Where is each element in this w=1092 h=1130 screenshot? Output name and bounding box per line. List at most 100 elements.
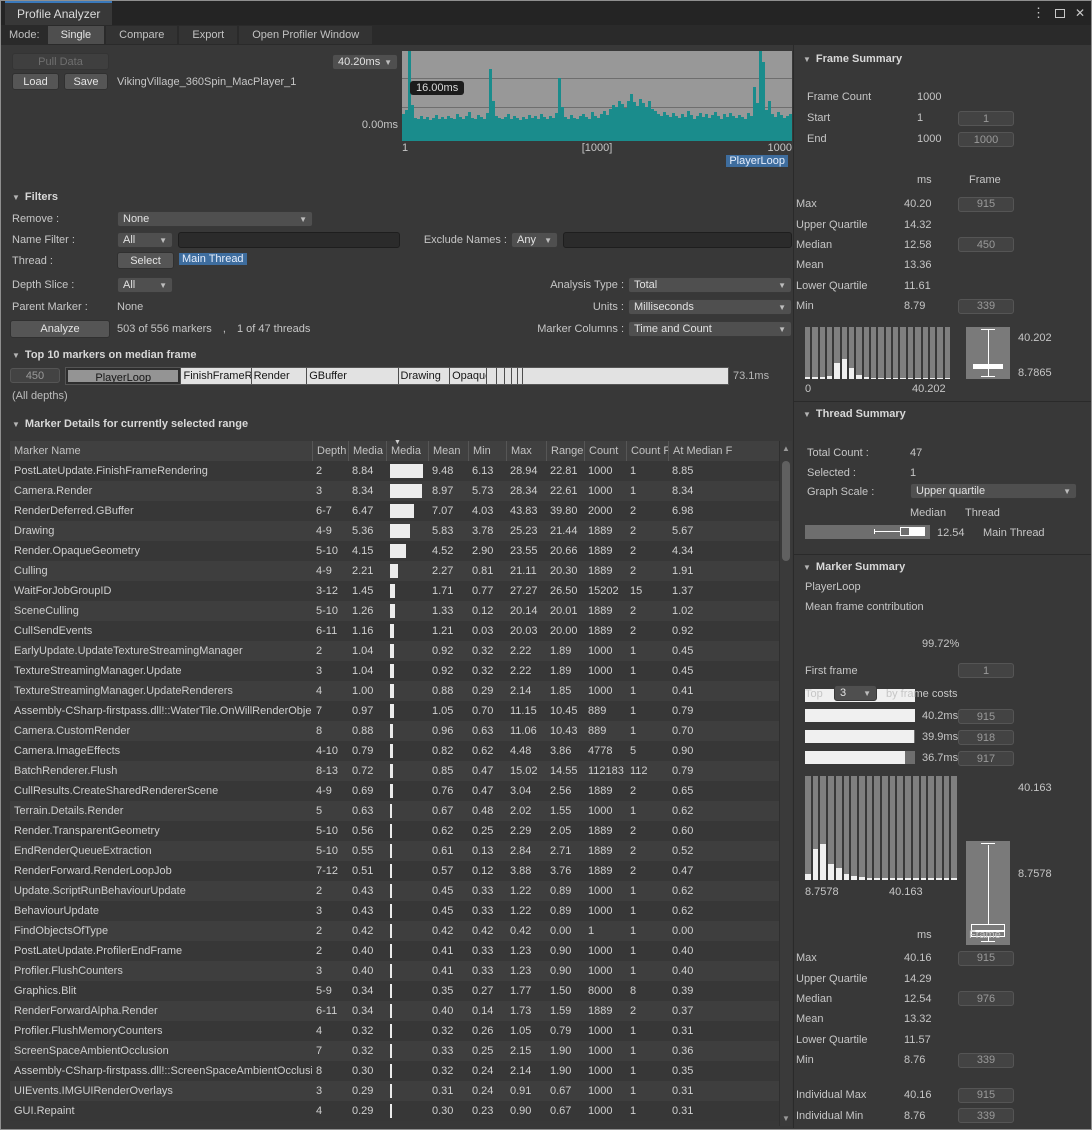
- table-row[interactable]: CullResults.CreateSharedRendererScene4-9…: [10, 781, 779, 801]
- stat-frame-button[interactable]: 976: [958, 991, 1014, 1006]
- column-header[interactable]: Media: [386, 441, 428, 461]
- exclude-mode-dropdown[interactable]: Any▼: [511, 232, 558, 248]
- top10-segment[interactable]: Render: [251, 368, 307, 384]
- top10-segment[interactable]: OpaqueGeometry: [449, 368, 486, 384]
- column-header[interactable]: At Median F: [668, 441, 779, 461]
- name-filter-input[interactable]: [178, 232, 400, 248]
- top10-segment[interactable]: [496, 368, 504, 384]
- mode-single-button[interactable]: Single: [48, 26, 105, 44]
- table-row[interactable]: FindObjectsOfType20.420.420.420.420.0011…: [10, 921, 779, 941]
- table-row[interactable]: BehaviourUpdate30.430.450.331.220.891000…: [10, 901, 779, 921]
- table-row[interactable]: PostLateUpdate.FinishFrameRendering28.84…: [10, 461, 779, 481]
- close-icon[interactable]: ✕: [1075, 6, 1085, 20]
- column-header[interactable]: Marker Name: [10, 441, 312, 461]
- table-row[interactable]: ScreenSpaceAmbientOcclusion70.320.330.25…: [10, 1041, 779, 1061]
- stat-frame-button[interactable]: 339: [958, 1053, 1014, 1068]
- table-row[interactable]: RenderForwardAlpha.Render6-110.340.400.1…: [10, 1001, 779, 1021]
- table-row[interactable]: RenderForward.RenderLoopJob7-120.510.570…: [10, 861, 779, 881]
- table-row[interactable]: GUI.Repaint40.290.300.230.900.67100010.3…: [10, 1101, 779, 1121]
- table-row[interactable]: Camera.Render38.348.975.7328.3422.611000…: [10, 481, 779, 501]
- frame-timeline-chart[interactable]: 16.00ms: [402, 51, 792, 141]
- table-row[interactable]: Drawing4-95.365.833.7825.2321.44188925.6…: [10, 521, 779, 541]
- filters-section-header[interactable]: ▼Filters: [12, 191, 58, 203]
- table-row[interactable]: Update.ScriptRunBehaviourUpdate20.430.45…: [10, 881, 779, 901]
- column-header[interactable]: Max: [506, 441, 546, 461]
- top10-segment[interactable]: FinishFrameRendering: [180, 368, 250, 384]
- scroll-up-icon[interactable]: ▲: [780, 444, 792, 453]
- table-row[interactable]: Graphics.Blit5-90.340.350.271.771.508000…: [10, 981, 779, 1001]
- column-header[interactable]: Media: [348, 441, 386, 461]
- load-button[interactable]: Load: [12, 73, 59, 90]
- stat-frame-button[interactable]: 339: [958, 1108, 1014, 1123]
- cost-frame-button[interactable]: 915: [958, 709, 1014, 724]
- selected-marker-chip[interactable]: PlayerLoop: [726, 155, 788, 167]
- table-row[interactable]: EarlyUpdate.UpdateTextureStreamingManage…: [10, 641, 779, 661]
- thread-select-button[interactable]: Select: [117, 252, 174, 269]
- units-dropdown[interactable]: Milliseconds▼: [628, 299, 792, 315]
- exclude-names-input[interactable]: [563, 232, 792, 248]
- table-row[interactable]: Assembly-CSharp-firstpass.dll!::ScreenSp…: [10, 1061, 779, 1081]
- column-header[interactable]: Count: [584, 441, 626, 461]
- marker-table-scrollbar[interactable]: ▲ ▼: [779, 441, 792, 1126]
- cost-frame-button[interactable]: 917: [958, 751, 1014, 766]
- table-row[interactable]: UIEvents.IMGUIRenderOverlays30.290.310.2…: [10, 1081, 779, 1101]
- stat-frame-button[interactable]: 915: [958, 197, 1014, 212]
- column-header[interactable]: Mean: [428, 441, 468, 461]
- table-row[interactable]: EndRenderQueueExtraction5-100.550.610.13…: [10, 841, 779, 861]
- table-row[interactable]: Render.TransparentGeometry5-100.560.620.…: [10, 821, 779, 841]
- pull-data-button[interactable]: Pull Data: [12, 53, 109, 70]
- table-row[interactable]: WaitForJobGroupID3-121.451.710.7727.2726…: [10, 581, 779, 601]
- mode-export-button[interactable]: Export: [179, 26, 237, 44]
- table-row[interactable]: Render.OpaqueGeometry5-104.154.522.9023.…: [10, 541, 779, 561]
- end-frame-button[interactable]: 1000: [958, 132, 1014, 147]
- thread-summary-header[interactable]: ▼Thread Summary: [803, 408, 906, 420]
- range-scale-dropdown[interactable]: 40.20ms▼: [332, 54, 398, 70]
- table-row[interactable]: Assembly-CSharp-firstpass.dll!::WaterTil…: [10, 701, 779, 721]
- table-row[interactable]: Profiler.FlushMemoryCounters40.320.320.2…: [10, 1021, 779, 1041]
- table-row[interactable]: Camera.ImageEffects4-100.790.820.624.483…: [10, 741, 779, 761]
- table-row[interactable]: Culling4-92.212.270.8121.1120.30188921.9…: [10, 561, 779, 581]
- remove-dropdown[interactable]: None▼: [117, 211, 313, 227]
- depth-slice-dropdown[interactable]: All▼: [117, 277, 173, 293]
- table-row[interactable]: Profiler.FlushCounters30.400.410.331.230…: [10, 961, 779, 981]
- table-row[interactable]: RenderDeferred.GBuffer6-76.477.074.0343.…: [10, 501, 779, 521]
- top10-segment[interactable]: Drawing: [398, 368, 450, 384]
- table-row[interactable]: TextureStreamingManager.Update31.040.920…: [10, 661, 779, 681]
- top10-segment[interactable]: [504, 368, 511, 384]
- tab-profile-analyzer[interactable]: Profile Analyzer: [5, 1, 112, 25]
- column-header[interactable]: Min: [468, 441, 506, 461]
- frame-summary-header[interactable]: ▼Frame Summary: [803, 53, 902, 65]
- top10-frame-button[interactable]: 450: [10, 368, 60, 383]
- top10-section-header[interactable]: ▼Top 10 markers on median frame: [12, 349, 197, 361]
- graph-scale-dropdown[interactable]: Upper quartile▼: [910, 483, 1077, 499]
- stat-frame-button[interactable]: 339: [958, 299, 1014, 314]
- top10-segment[interactable]: [522, 368, 728, 384]
- top10-segment[interactable]: [486, 368, 496, 384]
- scrollbar-thumb[interactable]: [782, 461, 790, 561]
- top-n-dropdown[interactable]: 3▼: [834, 685, 877, 701]
- table-row[interactable]: Camera.CustomRender80.880.960.6311.0610.…: [10, 721, 779, 741]
- name-filter-mode-dropdown[interactable]: All▼: [117, 232, 173, 248]
- open-profiler-window-button[interactable]: Open Profiler Window: [239, 26, 372, 44]
- analysis-type-dropdown[interactable]: Total▼: [628, 277, 792, 293]
- maximize-icon[interactable]: [1055, 9, 1065, 18]
- stat-frame-button[interactable]: 450: [958, 237, 1014, 252]
- table-row[interactable]: BatchRenderer.Flush8-130.720.850.4715.02…: [10, 761, 779, 781]
- marker-columns-dropdown[interactable]: Time and Count▼: [628, 321, 792, 337]
- scroll-down-icon[interactable]: ▼: [780, 1114, 792, 1123]
- cost-frame-button[interactable]: 918: [958, 730, 1014, 745]
- mode-compare-button[interactable]: Compare: [106, 26, 177, 44]
- column-header[interactable]: Depth: [312, 441, 348, 461]
- stat-frame-button[interactable]: 915: [958, 1088, 1014, 1103]
- column-header[interactable]: Range: [546, 441, 584, 461]
- table-row[interactable]: Terrain.Details.Render50.630.670.482.021…: [10, 801, 779, 821]
- save-button[interactable]: Save: [64, 73, 108, 90]
- thread-value-chip[interactable]: Main Thread: [179, 253, 247, 265]
- kebab-menu-icon[interactable]: ⋮: [1032, 5, 1045, 21]
- analyze-button[interactable]: Analyze: [10, 320, 110, 338]
- start-frame-button[interactable]: 1: [958, 111, 1014, 126]
- table-row[interactable]: TextureStreamingManager.UpdateRenderers4…: [10, 681, 779, 701]
- thread-range-graph[interactable]: [805, 525, 930, 539]
- stat-frame-button[interactable]: 915: [958, 951, 1014, 966]
- first-frame-button[interactable]: 1: [958, 663, 1014, 678]
